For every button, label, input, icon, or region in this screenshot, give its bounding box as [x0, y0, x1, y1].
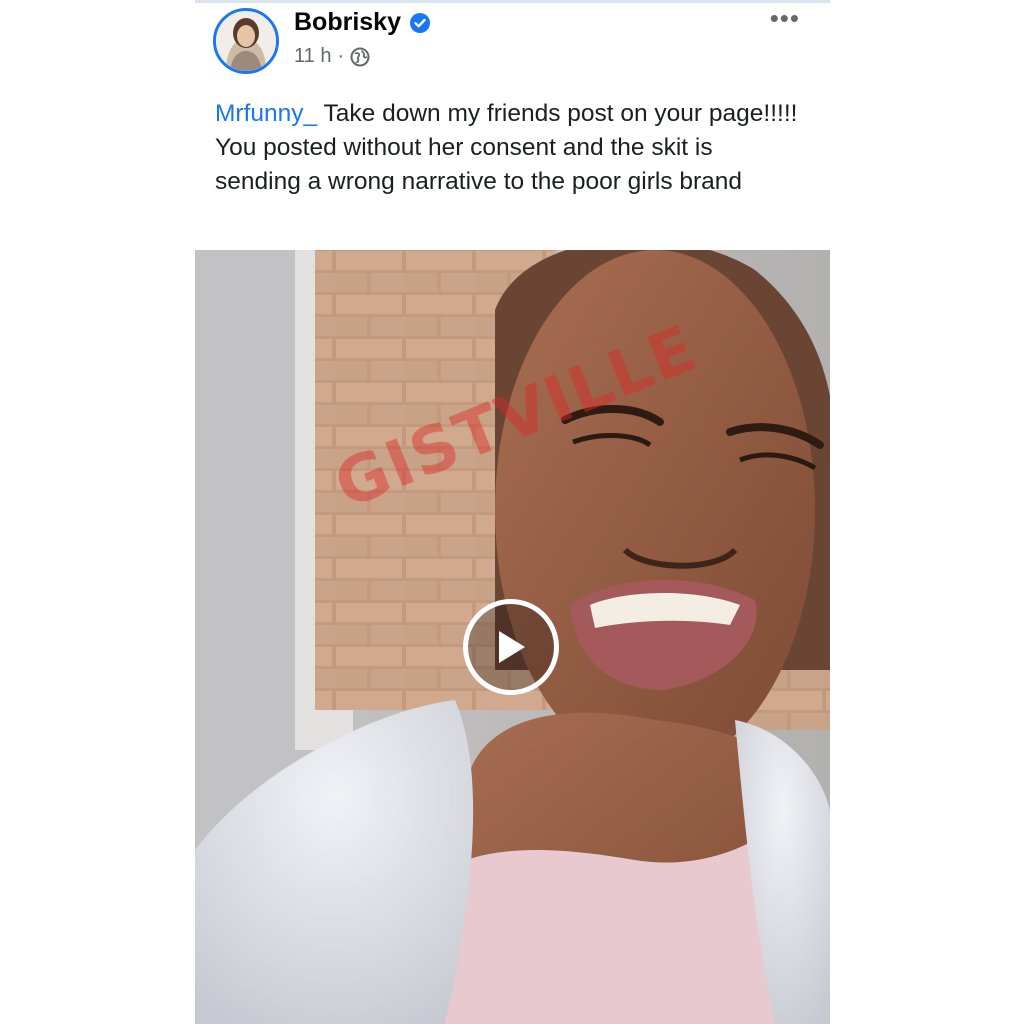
play-button[interactable]: [463, 599, 559, 695]
meta-separator: ·: [337, 45, 345, 67]
more-options-icon[interactable]: •••: [770, 5, 800, 31]
avatar[interactable]: [213, 8, 279, 74]
facebook-post: Bobrisky 11 h · ••• Mrfunny_ Take down m…: [195, 0, 830, 1024]
author-name[interactable]: Bobrisky: [294, 8, 401, 37]
video-player[interactable]: GISTVILLE: [195, 250, 830, 1024]
avatar-image: [216, 11, 276, 71]
post-meta: 11 h ·: [294, 45, 370, 68]
author-name-row: Bobrisky: [294, 8, 431, 37]
mention-link[interactable]: Mrfunny_: [215, 100, 317, 127]
play-icon: [493, 627, 529, 667]
verified-badge-icon: [409, 12, 431, 34]
post-time[interactable]: 11 h: [294, 45, 331, 68]
globe-icon[interactable]: [350, 47, 370, 67]
post-caption: Mrfunny_ Take down my friends post on yo…: [215, 97, 805, 199]
post-header: Bobrisky 11 h · •••: [195, 0, 830, 90]
